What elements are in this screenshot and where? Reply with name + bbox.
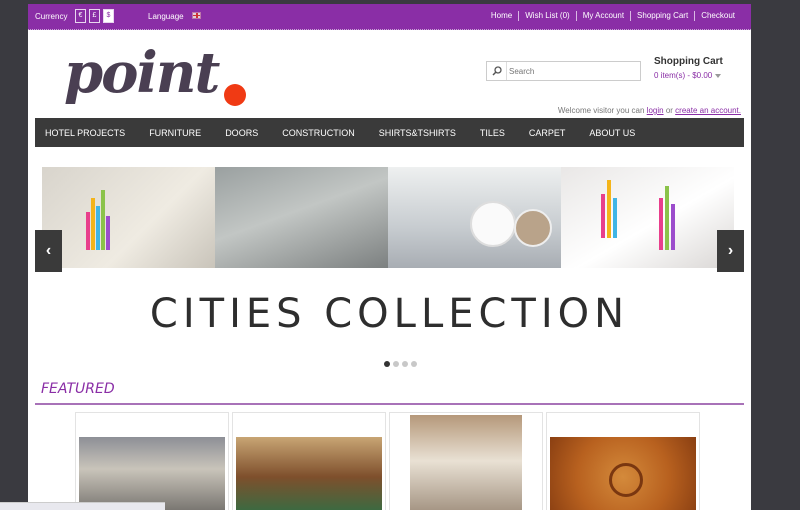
logo-dot (224, 84, 246, 106)
slide-photos (42, 167, 734, 268)
language-label: Language (148, 12, 184, 21)
nav-item-carpet[interactable]: CARPET (517, 128, 578, 138)
nav-item-construction[interactable]: CONSTRUCTION (270, 128, 367, 138)
bottom-overlay-strip (0, 502, 165, 510)
uk-flag-icon[interactable] (192, 12, 201, 19)
welcome-or: or (665, 106, 673, 115)
welcome-prefix: Welcome visitor you can (557, 106, 645, 115)
cart-summary[interactable]: 0 item(s) - $0.00 (654, 71, 723, 80)
product-card[interactable] (232, 412, 386, 510)
login-link[interactable]: login (647, 106, 664, 115)
shopping-cart-link[interactable]: Shopping Cart (630, 11, 694, 21)
slider-prev-button[interactable]: ‹ (35, 230, 62, 272)
currency-euro-button[interactable]: € (75, 9, 86, 23)
logo[interactable]: point (64, 40, 246, 106)
slider-dot[interactable] (402, 361, 408, 367)
my-account-link[interactable]: My Account (575, 11, 630, 21)
slider-dot[interactable] (393, 361, 399, 367)
slide-photo-notebook (42, 167, 215, 268)
featured-heading: FEATURED (41, 381, 115, 397)
product-image[interactable] (236, 437, 382, 510)
currency-pound-button[interactable]: £ (89, 9, 100, 23)
slider-pagination (384, 361, 417, 367)
currency-label: Currency (35, 12, 68, 21)
search-input[interactable] (509, 64, 637, 78)
product-image[interactable] (79, 437, 225, 510)
product-image[interactable] (410, 415, 522, 510)
nav-item-doors[interactable]: DOORS (213, 128, 270, 138)
top-bar: Currency € £ $ Language Home Wish List (… (28, 4, 751, 30)
search-box (486, 61, 641, 81)
logo-text: point (64, 40, 220, 106)
welcome-message: Welcome visitor you can login or create … (558, 106, 741, 115)
hero-slider: ‹ › CITIES COLLECTION (35, 152, 744, 372)
wishlist-link[interactable]: Wish List (0) (518, 11, 575, 21)
slide-photo-cards (561, 167, 734, 268)
nav-item-hotel-projects[interactable]: HOTEL PROJECTS (35, 128, 137, 138)
main-nav: HOTEL PROJECTS FURNITURE DOORS CONSTRUCT… (35, 118, 744, 147)
slider-next-button[interactable]: › (717, 230, 744, 272)
slider-dot[interactable] (384, 361, 390, 367)
nav-item-shirts[interactable]: SHIRTS&TSHIRTS (367, 128, 468, 138)
currency-switcher: € £ $ (75, 9, 114, 23)
product-image[interactable] (550, 437, 696, 510)
nav-item-tiles[interactable]: TILES (468, 128, 517, 138)
nav-item-about-us[interactable]: ABOUT US (577, 128, 647, 138)
currency-dollar-button[interactable]: $ (103, 9, 114, 23)
slider-dot[interactable] (411, 361, 417, 367)
featured-products (75, 412, 700, 510)
cart-title: Shopping Cart (654, 56, 723, 67)
header: point Shopping Cart 0 item(s) - $0.00 We… (28, 30, 751, 118)
slide-photo-glasses (388, 167, 561, 268)
checkout-link[interactable]: Checkout (694, 11, 741, 21)
slide-caption: CITIES COLLECTION (149, 291, 630, 337)
slide-photo-hand (215, 167, 388, 268)
chevron-down-icon (715, 73, 722, 78)
product-card[interactable] (75, 412, 229, 510)
cart-widget[interactable]: Shopping Cart 0 item(s) - $0.00 (654, 56, 723, 80)
featured-divider (35, 403, 744, 405)
search-icon[interactable] (487, 62, 507, 80)
nav-item-furniture[interactable]: FURNITURE (137, 128, 213, 138)
store-page: Currency € £ $ Language Home Wish List (… (28, 4, 751, 510)
cart-summary-text: 0 item(s) - $0.00 (654, 71, 713, 80)
home-link[interactable]: Home (485, 11, 518, 21)
product-card[interactable] (389, 412, 543, 510)
product-card[interactable] (546, 412, 700, 510)
chevron-left-icon: ‹ (45, 242, 52, 259)
chevron-right-icon: › (727, 242, 734, 259)
top-links: Home Wish List (0) My Account Shopping C… (485, 11, 741, 21)
create-account-link[interactable]: create an account. (675, 106, 741, 115)
